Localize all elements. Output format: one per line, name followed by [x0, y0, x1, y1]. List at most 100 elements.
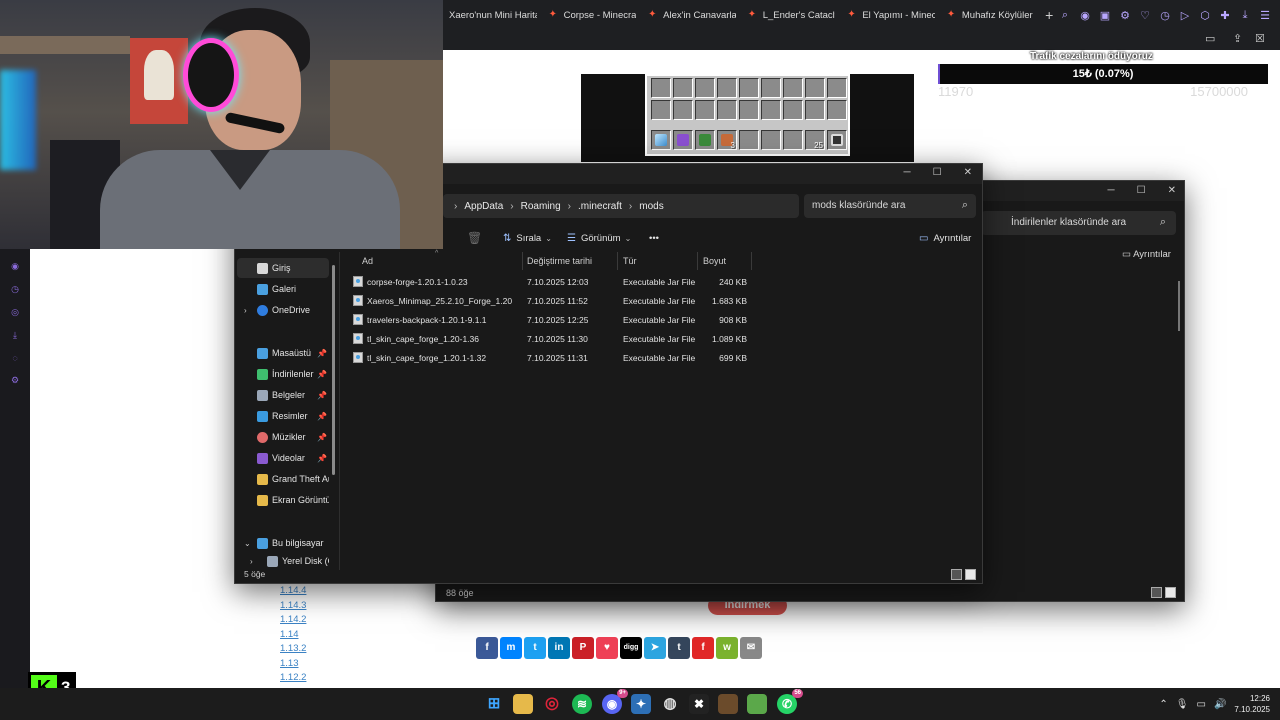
telegram-icon[interactable]: ➤	[644, 637, 666, 659]
wallet-icon[interactable]: ▭	[1205, 32, 1215, 45]
play-icon[interactable]: ▷	[1178, 9, 1192, 22]
volume-icon[interactable]: 🔊	[1214, 699, 1226, 710]
nav-item-desktop[interactable]: Masaüstü 📌	[237, 343, 329, 363]
tiles-view-button[interactable]	[965, 569, 976, 580]
breadcrumb[interactable]: › AppData › Roaming › .minecraft › mods	[443, 194, 799, 218]
whatsapp-icon[interactable]: ✆ 56	[777, 689, 803, 714]
column-header-size[interactable]: Boyut	[703, 256, 726, 266]
nav-item-gallery[interactable]: Galeri	[237, 279, 329, 299]
search-box[interactable]: mods klasöründe ara ⌕	[804, 194, 976, 218]
pocket-icon[interactable]: ♥	[596, 637, 618, 659]
breadcrumb-item[interactable]: Roaming	[521, 201, 561, 212]
browser-tab[interactable]: Xaero'nun Mini Haritası	[443, 0, 543, 30]
twitter-icon[interactable]: t	[524, 637, 546, 659]
messenger-icon[interactable]: m	[500, 637, 522, 659]
clock-icon[interactable]: ◷	[0, 284, 30, 295]
start-button[interactable]: ⊞	[484, 694, 504, 714]
version-link[interactable]: 1.14.3	[280, 599, 306, 614]
maximize-icon[interactable]: ☐	[933, 167, 942, 178]
close-icon[interactable]: ✕	[1168, 185, 1176, 196]
wechat-icon[interactable]: w	[716, 637, 738, 659]
twitch-icon[interactable]: ▣	[1098, 9, 1112, 22]
column-divider[interactable]	[697, 252, 698, 270]
file-row[interactable]: tl_skin_cape_forge_1.20-1.36 7.10.2025 1…	[347, 330, 757, 348]
home-icon[interactable]: ◉	[0, 261, 30, 272]
tiles-view-button[interactable]	[1165, 587, 1176, 598]
sort-button[interactable]: ⇅ Sırala ⌄	[503, 233, 552, 244]
version-link[interactable]: 1.14	[280, 628, 306, 643]
nav-item-videos[interactable]: Videolar 📌	[237, 448, 329, 468]
breadcrumb-item[interactable]: mods	[639, 201, 663, 212]
profile-icon[interactable]: ◎	[0, 307, 30, 318]
network-icon[interactable]: ▭	[1197, 699, 1206, 710]
column-divider[interactable]	[522, 252, 523, 270]
version-link[interactable]: 1.13.2	[280, 642, 306, 657]
nav-item-onedrive[interactable]: › OneDrive	[237, 300, 329, 320]
file-row[interactable]: Xaeros_Minimap_25.2.10_Forge_1.20 7.10.2…	[347, 292, 757, 310]
browser-tab[interactable]: ✦ El Yapımı - Minecraft Mo	[841, 0, 941, 30]
download-icon[interactable]: ⤓	[0, 330, 30, 341]
browser-tab[interactable]: ✦ Alex'in Canavarları - Mi	[642, 0, 742, 30]
more-options-button[interactable]: •••	[649, 233, 659, 244]
browser-tab[interactable]: ✦ L_Ender's Cataclysm - M	[742, 0, 842, 30]
nav-item-this-pc[interactable]: ⌄ Bu bilgisayar	[237, 533, 329, 553]
microphone-icon[interactable]: 🎙	[1176, 699, 1189, 710]
digg-icon[interactable]: digg	[620, 637, 642, 659]
delete-icon[interactable]: 🗑	[467, 231, 482, 245]
scrollbar[interactable]	[1178, 281, 1180, 331]
view-button[interactable]: ☰ Görünüm ⌄	[567, 233, 631, 244]
menu-icon[interactable]: ☰	[1258, 9, 1272, 22]
clock[interactable]: 12:26 7.10.2025	[1234, 693, 1270, 715]
details-view-button[interactable]	[1151, 587, 1162, 598]
app-icon[interactable]: ✦	[631, 694, 651, 714]
nav-item-downloads[interactable]: İndirilenler 📌	[237, 364, 329, 384]
browser-tab[interactable]: ✦ Corpse - Minecraft Mod	[543, 0, 643, 30]
opera-gx-icon[interactable]: ◎	[542, 694, 562, 714]
minecraft-launcher-icon[interactable]	[747, 694, 767, 714]
column-header-type[interactable]: Tür	[623, 256, 637, 266]
tumblr-icon[interactable]: t	[668, 637, 690, 659]
cube-icon[interactable]: ⬡	[1198, 9, 1212, 22]
history-icon[interactable]: ◷	[1158, 9, 1172, 22]
scrollbar[interactable]	[332, 265, 335, 475]
maximize-icon[interactable]: ☐	[1137, 185, 1146, 196]
spotify-icon[interactable]: ≋	[572, 694, 592, 714]
linkedin-icon[interactable]: in	[548, 637, 570, 659]
nav-item-documents[interactable]: Belgeler 📌	[237, 385, 329, 405]
pane-divider[interactable]	[339, 252, 340, 570]
details-button[interactable]: ▭ Ayrıntılar	[1122, 249, 1171, 260]
search-icon[interactable]: ⌕	[1058, 9, 1072, 22]
minimize-icon[interactable]: ─	[1108, 185, 1115, 196]
file-row[interactable]: travelers-backpack-1.20.1-9.1.1 7.10.202…	[347, 311, 757, 329]
settings-icon[interactable]: ⚙	[0, 375, 30, 386]
steam-icon[interactable]: ◍	[660, 694, 680, 714]
share-icon[interactable]: ⇪	[1233, 32, 1242, 45]
new-tab-button[interactable]: +	[1040, 7, 1058, 23]
flipboard-icon[interactable]: f	[692, 637, 714, 659]
version-link[interactable]: 1.14.2	[280, 613, 306, 628]
nav-item-gta[interactable]: Grand Theft Aut	[237, 469, 329, 489]
chevron-up-icon[interactable]: ⌃	[1159, 699, 1167, 710]
column-header-name[interactable]: Ad	[362, 256, 373, 266]
close-icon[interactable]: ✕	[964, 167, 972, 178]
settings-icon[interactable]: ⚙	[1118, 9, 1132, 22]
nav-item-pictures[interactable]: Resimler 📌	[237, 406, 329, 426]
file-row[interactable]: corpse-forge-1.20.1-1.0.23 7.10.2025 12:…	[347, 273, 757, 291]
file-explorer-icon[interactable]	[513, 694, 533, 714]
breadcrumb-item[interactable]: AppData	[464, 201, 503, 212]
vpn-icon[interactable]: ◉	[1078, 9, 1092, 22]
column-divider[interactable]	[617, 252, 618, 270]
file-row[interactable]: tl_skin_cape_forge_1.20.1-1.32 7.10.2025…	[347, 349, 757, 367]
nav-item-screenshots[interactable]: Ekran Görüntüle	[237, 490, 329, 510]
chevron-down-icon[interactable]: ⌄	[244, 539, 251, 548]
chevron-right-icon[interactable]: ›	[244, 306, 247, 315]
pinterest-icon[interactable]: P	[572, 637, 594, 659]
curseforge-icon[interactable]: ✖	[689, 694, 709, 714]
minimize-icon[interactable]: ─	[904, 167, 911, 178]
nav-item-local-disk[interactable]: › Yerel Disk (C:)	[237, 554, 329, 568]
version-link[interactable]: 1.13	[280, 657, 306, 672]
minecraft-icon[interactable]	[718, 694, 738, 714]
breadcrumb-item[interactable]: .minecraft	[578, 201, 622, 212]
chat-icon[interactable]: ◌	[0, 353, 30, 363]
version-link[interactable]: 1.14.4	[280, 584, 306, 599]
